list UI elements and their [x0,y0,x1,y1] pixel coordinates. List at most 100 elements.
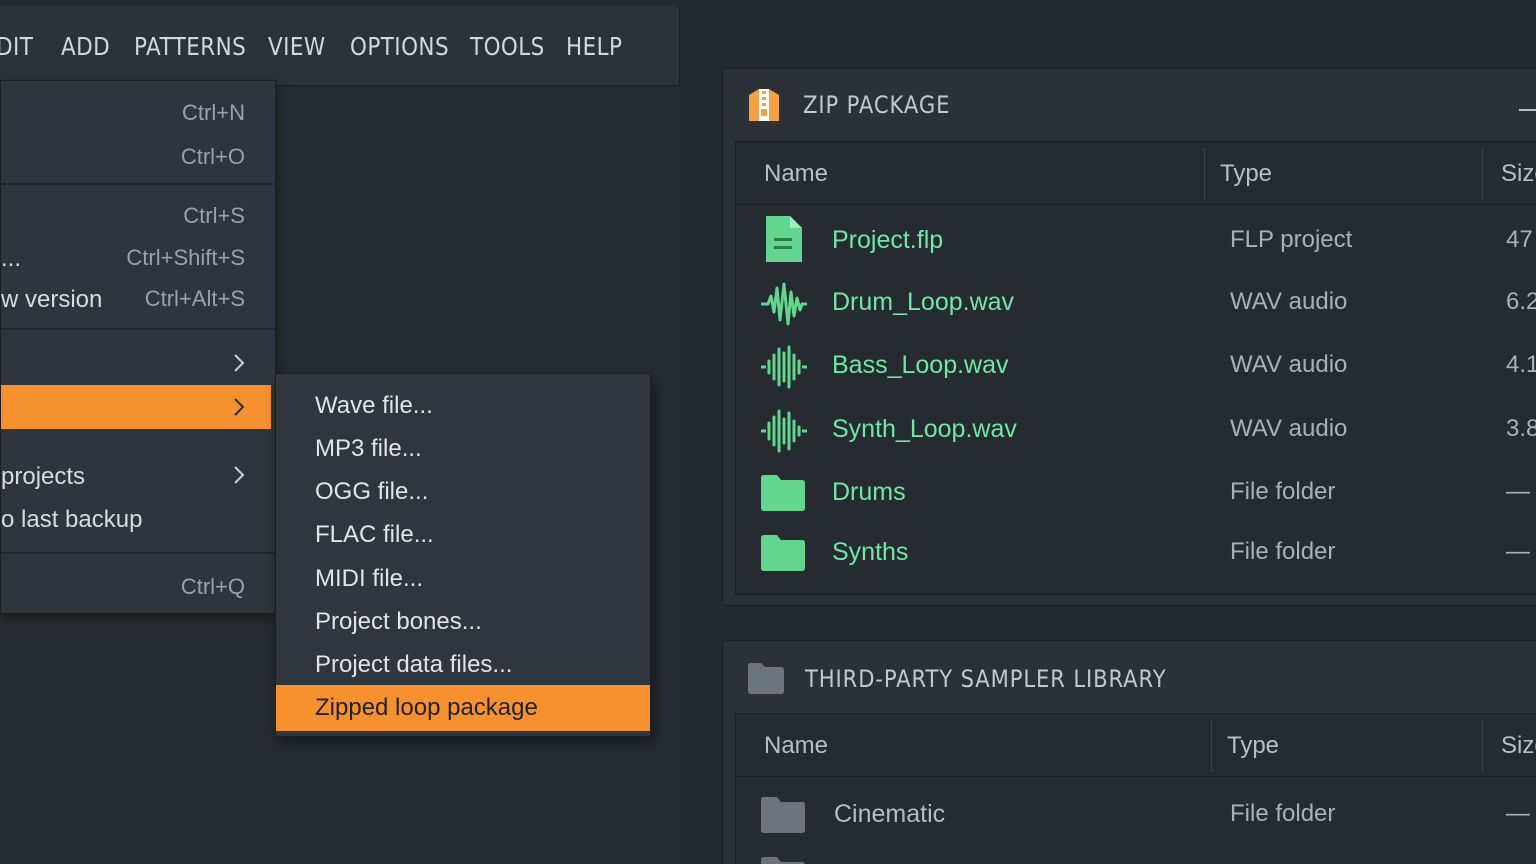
submenu-item-label: Wave file... [315,392,433,419]
column-header-type[interactable]: Type [1212,714,1481,776]
table-row[interactable]: Synth_Loop.wav WAV audio 3.8 [736,399,1536,459]
export-project-bones[interactable]: Project bones... [276,599,650,643]
file-menu-item-label: o last backup [1,506,143,533]
table-row[interactable]: Drums File folder — [736,462,1536,522]
file-menu: Ctrl+N Ctrl+O Ctrl+S ... Ctrl+Shift+S w … [0,80,276,614]
shortcut-label: Ctrl+Shift+S [126,245,245,270]
export-project-data-files[interactable]: Project data files... [276,642,650,686]
file-type: WAV audio [1230,415,1348,442]
file-menu-item-exit[interactable]: Ctrl+Q [1,566,275,606]
column-header-label: Type [1227,732,1280,759]
table-row[interactable]: Bass_Loop.wav WAV audio 4.1 [736,335,1536,395]
file-size: 4.1 [1506,351,1536,378]
file-menu-item-recent-projects[interactable]: projects [1,455,275,495]
file-name: Drums [832,478,906,506]
file-name: Synth_Loop.wav [832,415,1017,443]
menu-patterns[interactable]: PATTERNS [134,32,246,61]
submenu-item-label: OGG file... [315,478,429,505]
menu-view[interactable]: VIEW [268,32,326,61]
file-size: — [1506,538,1530,565]
export-ogg-file[interactable]: OGG file... [276,469,650,513]
menu-tools[interactable]: TOOLS [470,32,545,61]
menu-add[interactable]: ADD [61,32,110,61]
file-menu-item-save[interactable]: Ctrl+S [1,195,275,235]
export-midi-file[interactable]: MIDI file... [276,556,650,600]
zip-archive-icon [749,89,779,121]
menu-divider [1,183,275,185]
submenu-item-label: MIDI file... [315,565,424,592]
panel-title: ZIP PACKAGE [803,91,951,119]
column-header-size[interactable]: Size [1483,142,1536,204]
menu-edit[interactable]: DIT [0,32,33,61]
shortcut-label: Ctrl+Alt+S [144,286,245,311]
file-name: Project.flp [832,226,944,254]
sampler-library-panel: THIRD-PARTY SAMPLER LIBRARY Name Type Si… [722,640,1536,864]
column-header-label: Size [1501,160,1536,187]
menu-options[interactable]: OPTIONS [350,32,449,61]
waveform-icon [761,345,807,389]
waveform-icon [761,409,807,453]
header-divider [736,776,1536,777]
export-flac-file[interactable]: FLAC file... [276,512,650,556]
table-row[interactable] [736,846,1536,864]
screen: DIT ADD PATTERNS VIEW OPTIONS TOOLS HELP… [0,0,1536,864]
file-menu-item-save-as[interactable]: ... Ctrl+Shift+S [1,237,275,277]
folder-icon [761,475,805,511]
chevron-right-icon [234,398,245,416]
folder-icon [761,535,805,571]
column-header-label: Name [764,732,829,759]
file-name: Bass_Loop.wav [832,351,1009,379]
table-row[interactable]: Cinematic File folder — [736,784,1536,844]
column-header-label: Size [1501,732,1536,759]
menu-help[interactable]: HELP [566,32,622,61]
file-type: FLP project [1230,226,1353,253]
file-type: WAV audio [1230,288,1348,315]
app-workspace: DIT ADD PATTERNS VIEW OPTIONS TOOLS HELP… [0,0,682,864]
shortcut-label: Ctrl+S [183,203,245,228]
column-header-name[interactable]: Name [736,142,1204,204]
minimize-button[interactable] [1519,109,1536,111]
file-menu-item-import[interactable] [1,343,275,383]
file-type: File folder [1230,800,1336,827]
file-menu-item-open[interactable]: Ctrl+O [1,136,275,176]
shortcut-label: Ctrl+N [182,100,245,125]
file-menu-item-label: w version [1,286,103,313]
flp-file-icon [766,216,802,262]
table-row[interactable]: Drum_Loop.wav WAV audio 6.2 [736,272,1536,332]
column-header-name[interactable]: Name [736,714,1211,776]
table-row[interactable]: Project.flp FLP project 47 [736,210,1536,270]
file-menu-item-export[interactable] [1,385,271,429]
file-size: 47 [1506,226,1533,253]
file-type: File folder [1230,538,1336,565]
file-type: WAV audio [1230,351,1348,378]
file-menu-item-label: ... [1,245,22,272]
waveform-icon [761,282,807,326]
zip-package-panel: ZIP PACKAGE Name Type Size [722,68,1536,606]
table-row[interactable]: Synths File folder — [736,522,1536,582]
menubar: DIT ADD PATTERNS VIEW OPTIONS TOOLS HELP [0,6,680,86]
submenu-item-label: Zipped loop package [315,694,538,721]
file-menu-item-new[interactable]: Ctrl+N [1,92,275,132]
menu-divider [1,552,275,554]
export-zipped-loop-package[interactable]: Zipped loop package [276,685,650,731]
export-submenu: Wave file... MP3 file... OGG file... FLA… [275,373,651,737]
folder-icon [761,797,805,833]
chevron-right-icon [234,466,245,484]
export-wave-file[interactable]: Wave file... [276,383,650,427]
file-size: 3.8 [1506,415,1536,442]
export-mp3-file[interactable]: MP3 file... [276,426,650,470]
file-name: Synths [832,538,909,566]
column-header-size[interactable]: Size [1483,714,1536,776]
shortcut-label: Ctrl+Q [180,574,245,599]
shortcut-label: Ctrl+O [180,144,245,169]
column-header-type[interactable]: Type [1205,142,1481,204]
submenu-item-label: Project data files... [315,651,513,678]
chevron-right-icon [234,354,245,372]
sampler-file-table: Name Type Size Cinematic File folder — [735,713,1536,864]
submenu-item-label: Project bones... [315,608,482,635]
file-size: — [1506,478,1530,505]
submenu-item-label: MP3 file... [315,435,422,462]
file-menu-item-revert-backup[interactable]: o last backup [1,498,275,538]
file-menu-item-save-new-version[interactable]: w version Ctrl+Alt+S [1,278,275,318]
zip-file-table: Name Type Size Project.flp FLP proj [735,141,1536,595]
